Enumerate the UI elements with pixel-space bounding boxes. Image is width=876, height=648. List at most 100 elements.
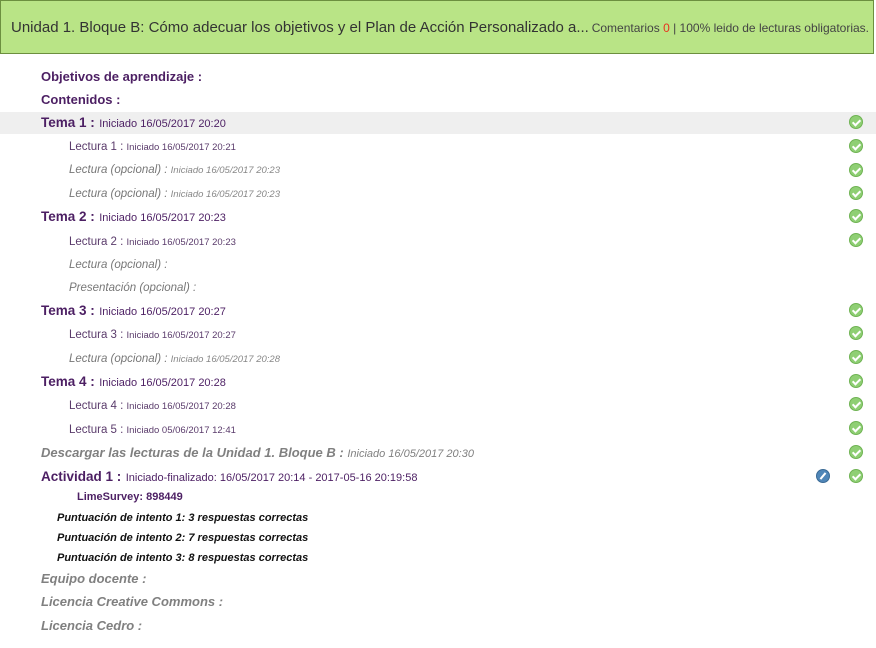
check-circle-icon	[849, 326, 863, 340]
lectura-label[interactable]: Lectura 5 :	[69, 424, 123, 436]
lectura-opcional-row[interactable]: Lectura (opcional) : Iniciado 16/05/2017…	[0, 183, 876, 205]
tema-label[interactable]: Tema 3 :	[41, 303, 95, 318]
actividad-row[interactable]: Actividad 1 : Iniciado-finalizado: 16/05…	[0, 466, 876, 488]
limesurvey-row: LimeSurvey: 898449	[0, 487, 876, 507]
check-circle-icon	[849, 139, 863, 153]
licencia-cc-label[interactable]: Licencia Creative Commons :	[41, 591, 223, 613]
lectura-item[interactable]: Lectura (opcional) :	[69, 254, 167, 276]
lectura-opcional-row[interactable]: Lectura (opcional) :	[0, 254, 876, 276]
tema-title[interactable]: Tema 2 : Iniciado 16/05/2017 20:23	[41, 206, 226, 229]
descargar-item[interactable]: Descargar las lecturas de la Unidad 1. B…	[41, 442, 474, 465]
lectura-item[interactable]: Lectura 5 : Iniciado 05/06/2017 12:41	[69, 419, 236, 442]
lectura-status: Iniciado 16/05/2017 20:23	[126, 237, 236, 248]
tema-title[interactable]: Tema 4 : Iniciado 16/05/2017 20:28	[41, 371, 226, 394]
check-circle-icon	[849, 445, 863, 459]
lectura-label[interactable]: Lectura (opcional) :	[69, 259, 167, 271]
lectura-opcional-row[interactable]: Lectura (opcional) : Iniciado 16/05/2017…	[0, 348, 876, 370]
check-circle-icon	[849, 374, 863, 388]
contenidos-label[interactable]: Contenidos :	[41, 89, 120, 111]
lectura-status: Iniciado 16/05/2017 20:28	[170, 354, 280, 365]
comments-link[interactable]: Comentarios	[592, 21, 660, 35]
lectura-item[interactable]: Lectura 2 : Iniciado 16/05/2017 20:23	[69, 231, 236, 254]
intento-row: Puntuación de intento 3: 8 respuestas co…	[0, 548, 876, 568]
check-circle-icon	[849, 163, 863, 177]
tema-status: Iniciado 16/05/2017 20:20	[99, 118, 226, 130]
presentacion-opcional-row[interactable]: Presentación (opcional) :	[0, 277, 876, 299]
tema-status: Iniciado 16/05/2017 20:28	[99, 377, 226, 389]
unit-header: Unidad 1. Bloque B: Cómo adecuar los obj…	[0, 0, 874, 54]
check-circle-icon	[849, 469, 863, 483]
lectura-label[interactable]: Lectura 4 :	[69, 400, 123, 412]
lectura-item[interactable]: Lectura (opcional) : Iniciado 16/05/2017…	[69, 159, 280, 182]
unit-title: Unidad 1. Bloque B: Cómo adecuar los obj…	[11, 19, 589, 36]
tema-label[interactable]: Tema 2 :	[41, 209, 95, 224]
equipo-row[interactable]: Equipo docente :	[0, 568, 876, 590]
intento-row: Puntuación de intento 1: 3 respuestas co…	[0, 508, 876, 528]
tema-label[interactable]: Tema 1 :	[41, 115, 95, 130]
lectura-row[interactable]: Lectura 3 : Iniciado 16/05/2017 20:27	[0, 324, 876, 346]
lectura-label[interactable]: Lectura 2 :	[69, 236, 123, 248]
lectura-status: Iniciado 05/06/2017 12:41	[126, 425, 236, 436]
tema-row[interactable]: Tema 2 : Iniciado 16/05/2017 20:23	[0, 206, 876, 228]
descargar-status: Iniciado 16/05/2017 20:30	[347, 448, 474, 460]
tema-row[interactable]: Tema 1 : Iniciado 16/05/2017 20:20	[0, 112, 876, 134]
check-circle-icon	[849, 209, 863, 223]
contenidos-row[interactable]: Contenidos :	[0, 89, 876, 111]
objetivos-label[interactable]: Objetivos de aprendizaje :	[41, 66, 202, 88]
licencia-cc-row[interactable]: Licencia Creative Commons :	[0, 591, 876, 613]
lectura-item[interactable]: Lectura 4 : Iniciado 16/05/2017 20:28	[69, 395, 236, 418]
lectura-opcional-row[interactable]: Lectura (opcional) : Iniciado 16/05/2017…	[0, 159, 876, 181]
check-circle-icon	[849, 115, 863, 129]
lectura-row[interactable]: Lectura 2 : Iniciado 16/05/2017 20:23	[0, 231, 876, 253]
licencia-cedro-row[interactable]: Licencia Cedro :	[0, 615, 876, 637]
presentacion-label[interactable]: Presentación (opcional) :	[69, 282, 196, 294]
tema-row[interactable]: Tema 3 : Iniciado 16/05/2017 20:27	[0, 300, 876, 322]
licencia-cedro-label[interactable]: Licencia Cedro :	[41, 615, 142, 637]
meta-separator: |	[669, 21, 680, 35]
tema-status: Iniciado 16/05/2017 20:27	[99, 306, 226, 318]
presentacion-item[interactable]: Presentación (opcional) :	[69, 277, 196, 299]
lectura-status: Iniciado 16/05/2017 20:28	[126, 401, 236, 412]
check-circle-icon	[849, 421, 863, 435]
check-circle-icon	[849, 233, 863, 247]
actividad-label[interactable]: Actividad 1 :	[41, 469, 121, 484]
check-circle-icon	[849, 303, 863, 317]
lectura-row[interactable]: Lectura 1 : Iniciado 16/05/2017 20:21	[0, 136, 876, 158]
limesurvey-id: LimeSurvey: 898449	[77, 491, 183, 503]
descargar-label[interactable]: Descargar las lecturas de la Unidad 1. B…	[41, 445, 344, 460]
tema-label[interactable]: Tema 4 :	[41, 374, 95, 389]
descargar-row[interactable]: Descargar las lecturas de la Unidad 1. B…	[0, 442, 876, 464]
check-circle-icon	[849, 186, 863, 200]
lectura-item[interactable]: Lectura (opcional) : Iniciado 16/05/2017…	[69, 348, 280, 371]
lectura-label[interactable]: Lectura 1 :	[69, 141, 123, 153]
tema-title[interactable]: Tema 3 : Iniciado 16/05/2017 20:27	[41, 300, 226, 323]
tema-title[interactable]: Tema 1 : Iniciado 16/05/2017 20:20	[41, 112, 226, 135]
lectura-label[interactable]: Lectura 3 :	[69, 329, 123, 341]
check-circle-icon	[849, 397, 863, 411]
lectura-label[interactable]: Lectura (opcional) :	[69, 353, 167, 365]
intento-row: Puntuación de intento 2: 7 respuestas co…	[0, 528, 876, 548]
tema-status: Iniciado 16/05/2017 20:23	[99, 212, 226, 224]
tema-row[interactable]: Tema 4 : Iniciado 16/05/2017 20:28	[0, 371, 876, 393]
reading-status: 100% leido de lecturas obligatorias.	[679, 21, 869, 35]
actividad-title[interactable]: Actividad 1 : Iniciado-finalizado: 16/05…	[41, 466, 417, 489]
objetivos-row[interactable]: Objetivos de aprendizaje :	[0, 66, 876, 88]
lectura-status: Iniciado 16/05/2017 20:23	[170, 165, 280, 176]
lectura-label[interactable]: Lectura (opcional) :	[69, 188, 167, 200]
lectura-item[interactable]: Lectura 1 : Iniciado 16/05/2017 20:21	[69, 136, 236, 159]
intento-score: Puntuación de intento 3: 8 respuestas co…	[57, 552, 309, 564]
pencil-circle-icon[interactable]	[816, 469, 830, 483]
lectura-status: Iniciado 16/05/2017 20:21	[126, 142, 236, 153]
lectura-status: Iniciado 16/05/2017 20:27	[126, 330, 236, 341]
lectura-label[interactable]: Lectura (opcional) :	[69, 164, 167, 176]
comments-count[interactable]: 0	[663, 21, 670, 35]
lectura-item[interactable]: Lectura (opcional) : Iniciado 16/05/2017…	[69, 183, 280, 206]
equipo-docente-label[interactable]: Equipo docente :	[41, 568, 146, 590]
intento-score: Puntuación de intento 1: 3 respuestas co…	[57, 512, 309, 524]
check-circle-icon	[849, 350, 863, 364]
header-meta: Comentarios 0 | 100% leido de lecturas o…	[592, 21, 869, 35]
lectura-item[interactable]: Lectura 3 : Iniciado 16/05/2017 20:27	[69, 324, 236, 347]
actividad-status: Iniciado-finalizado: 16/05/2017 20:14 - …	[125, 472, 418, 484]
lectura-row[interactable]: Lectura 4 : Iniciado 16/05/2017 20:28	[0, 395, 876, 417]
lectura-row[interactable]: Lectura 5 : Iniciado 05/06/2017 12:41	[0, 419, 876, 441]
